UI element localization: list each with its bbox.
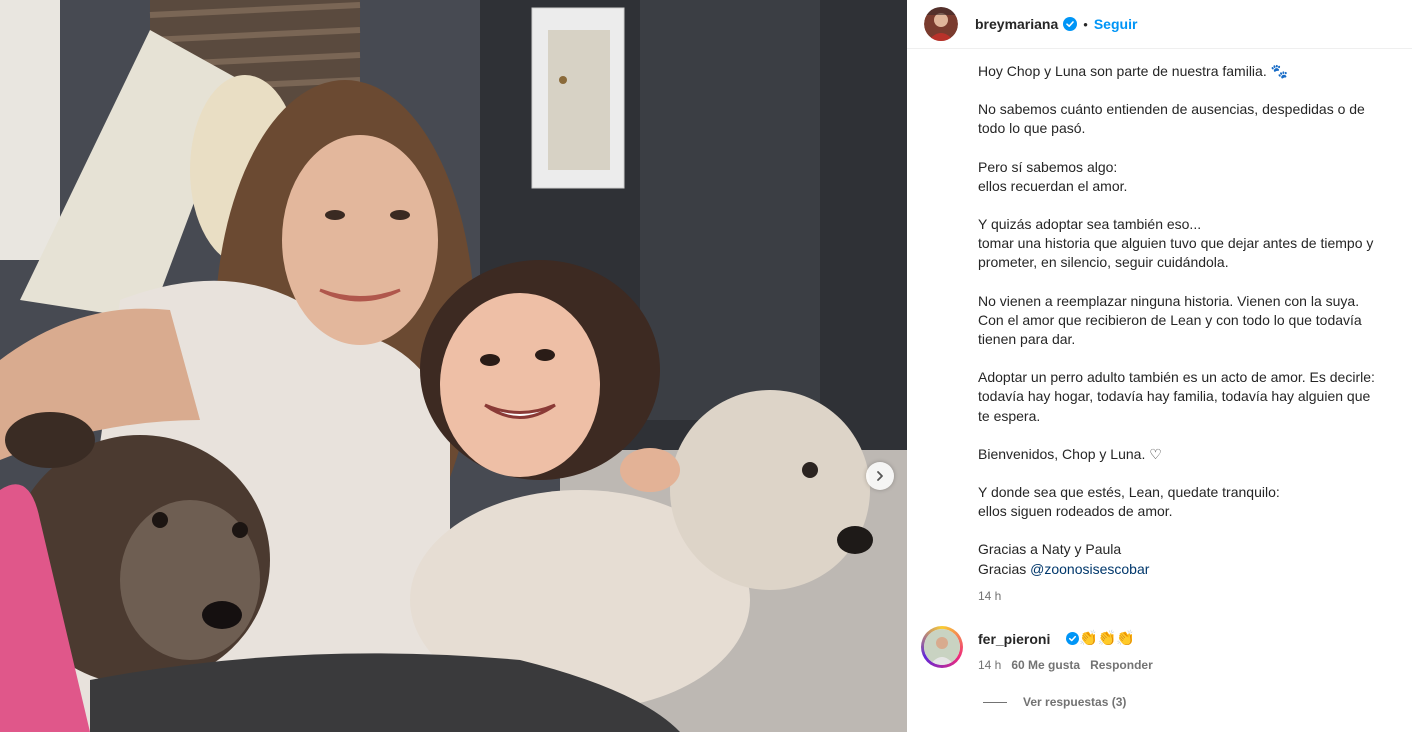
post-side-panel: breymariana • Seguir Hoy Chop y Luna son…: [907, 0, 1412, 732]
caption-line: Y donde sea que estés, Lean, quedate tra…: [978, 484, 1280, 501]
separator-dot: •: [1083, 16, 1088, 32]
reply-button[interactable]: Responder: [1090, 658, 1153, 672]
caption-line: Gracias @zoonosisescobar: [978, 560, 1408, 579]
comment-text: 👏👏👏: [1079, 630, 1136, 647]
caption-line: tienen para dar.: [978, 331, 1076, 348]
caption-line: Adoptar un perro adulto también es un ac…: [978, 369, 1375, 386]
caption-line: ellos siguen rodeados de amor.: [978, 503, 1173, 520]
caption-line: todo lo que pasó.: [978, 120, 1086, 137]
caption-line: Y quizás adoptar sea también eso...: [978, 216, 1202, 233]
author-avatar[interactable]: [924, 7, 958, 41]
view-replies-button[interactable]: Ver respuestas (3): [983, 695, 1126, 709]
author-username[interactable]: breymariana: [975, 16, 1058, 32]
caption-line: prometer, en silencio, seguir cuidándola…: [978, 254, 1229, 271]
caption-line: todavía hay hogar, todavía hay familia, …: [978, 388, 1371, 405]
caption-line: te espera.: [978, 407, 1041, 424]
caption-line: Pero sí sabemos algo:: [978, 158, 1118, 175]
caption-line: No sabemos cuánto entienden de ausencias…: [978, 101, 1365, 118]
replies-divider: [983, 701, 1007, 703]
verified-badge-icon: [1066, 632, 1079, 645]
caption-paragraph: Hoy Chop y Luna son parte de nuestra fam…: [978, 62, 1408, 81]
caption-paragraph: No vienen a reemplazar ninguna historia.…: [978, 292, 1408, 350]
caption-line: Bienvenidos, Chop y Luna. ♡: [978, 445, 1162, 462]
caption-paragraph: Y donde sea que estés, Lean, quedate tra…: [978, 483, 1408, 521]
caption-paragraph: Gracias a Naty y Paula Gracias @zoonosis…: [978, 540, 1408, 578]
caption-line: No vienen a reemplazar ninguna historia.…: [978, 292, 1360, 309]
caption-line: tomar una historia que alguien tuvo que …: [978, 235, 1374, 252]
chevron-right-icon: [877, 471, 883, 481]
post-header: breymariana • Seguir: [907, 0, 1412, 49]
comment-meta: 14 h 60 Me gusta Responder: [978, 658, 1153, 672]
caption-paragraph: Bienvenidos, Chop y Luna. ♡: [978, 445, 1408, 464]
avatar-image: [924, 7, 958, 41]
caption-paragraph: Pero sí sabemos algo: ellos recuerdan el…: [978, 158, 1408, 196]
caption-paragraph: No sabemos cuánto entienden de ausencias…: [978, 100, 1408, 138]
next-image-button[interactable]: [866, 462, 894, 490]
post-timestamp[interactable]: 14 h: [978, 589, 1001, 603]
caption-paragraph: Adoptar un perro adulto también es un ac…: [978, 368, 1408, 426]
commenter-username[interactable]: fer_pieroni: [978, 631, 1050, 647]
post-caption: Hoy Chop y Luna son parte de nuestra fam…: [978, 62, 1408, 598]
caption-line: ellos recuerdan el amor.: [978, 177, 1128, 194]
comment-time[interactable]: 14 h: [978, 658, 1001, 672]
commenter-avatar-image: [924, 629, 960, 665]
caption-paragraph: Y quizás adoptar sea también eso... toma…: [978, 215, 1408, 273]
verified-badge-icon: [1063, 17, 1078, 31]
post-image: [0, 0, 907, 732]
caption-text: Gracias: [978, 560, 1031, 577]
follow-button[interactable]: Seguir: [1094, 16, 1138, 32]
caption-line: Con el amor que recibieron de Lean y con…: [978, 311, 1362, 328]
comment-likes[interactable]: 60 Me gusta: [1011, 658, 1080, 672]
caption-line: Gracias a Naty y Paula: [978, 541, 1122, 558]
caption-line: Hoy Chop y Luna son parte de nuestra fam…: [978, 63, 1289, 79]
post-photo[interactable]: [0, 0, 907, 732]
commenter-avatar[interactable]: [921, 626, 963, 668]
mention-link[interactable]: @zoonosisescobar: [1030, 561, 1149, 577]
view-replies-label: Ver respuestas (3): [1023, 695, 1127, 709]
commenter-avatar-inner: [924, 629, 960, 665]
